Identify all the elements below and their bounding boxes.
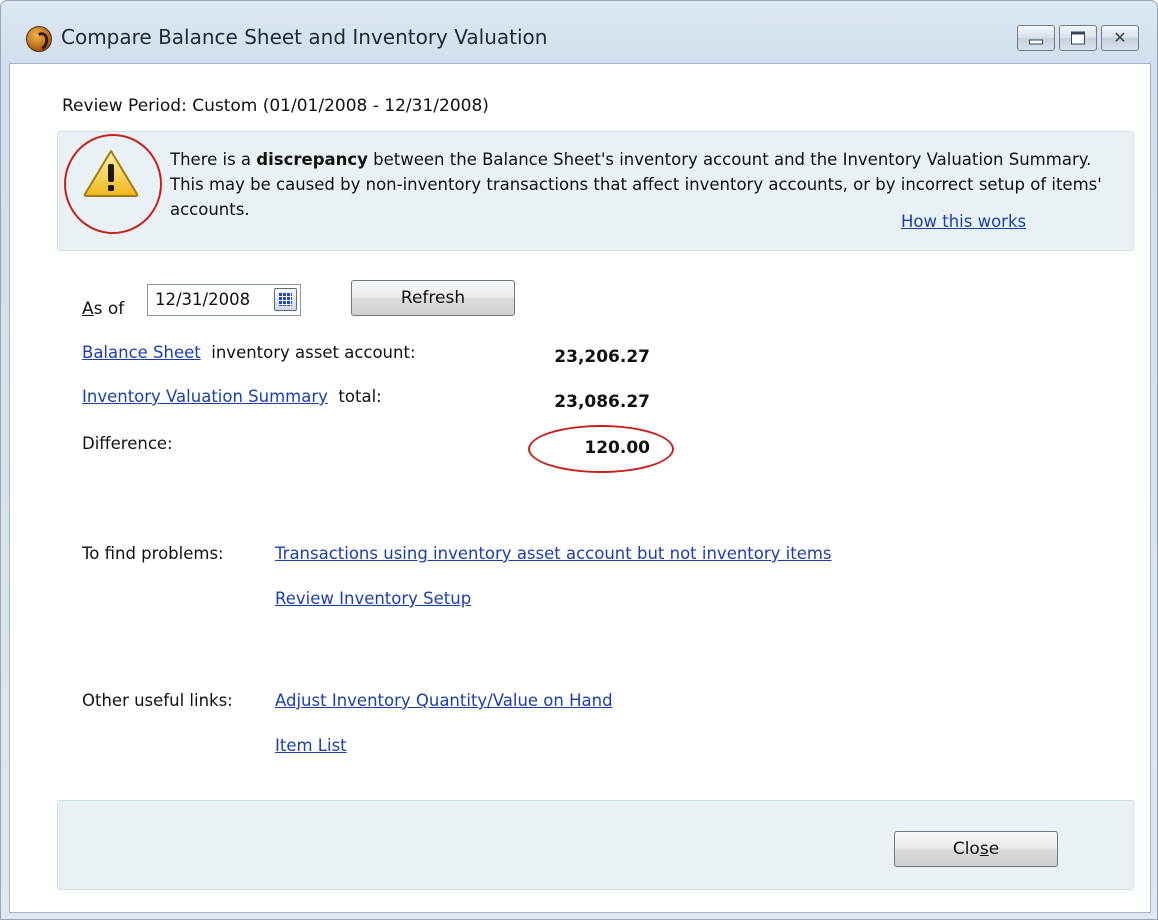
adjust-inventory-link[interactable]: Adjust Inventory Quantity/Value on Hand	[275, 691, 613, 710]
valuation-row-label: Inventory Valuation Summary total:	[82, 387, 382, 406]
minimize-icon	[1029, 39, 1043, 45]
dialog-content: Review Period: Custom (01/01/2008 - 12/3…	[9, 63, 1151, 913]
close-label-end: e	[988, 839, 1000, 859]
find-problems-label: To find problems:	[82, 544, 224, 563]
footer-panel: Clo s e	[57, 800, 1134, 890]
difference-highlight-circle	[528, 425, 674, 473]
balance-sheet-link[interactable]: Balance Sheet	[82, 343, 201, 362]
calendar-icon[interactable]	[274, 288, 297, 311]
maximize-icon	[1071, 31, 1085, 45]
close-accesskey: s	[979, 839, 989, 859]
as-of-label: As of	[82, 299, 124, 319]
message-text-start: There is a	[170, 150, 257, 169]
valuation-description: total:	[338, 387, 382, 406]
close-button[interactable]: Clo s e	[894, 831, 1058, 867]
review-inventory-setup-link[interactable]: Review Inventory Setup	[275, 589, 471, 608]
refresh-button[interactable]: Refresh	[351, 280, 515, 316]
as-of-label-rest: s of	[93, 299, 125, 319]
balance-sheet-row-label: Balance Sheet inventory asset account:	[82, 343, 416, 362]
balance-sheet-description: inventory asset account:	[211, 343, 416, 362]
discrepancy-alert-panel: There is a discrepancy between the Balan…	[57, 131, 1134, 251]
quickbooks-logo-icon	[26, 26, 52, 52]
window-title: Compare Balance Sheet and Inventory Valu…	[61, 25, 548, 49]
valuation-value: 23,086.27	[554, 392, 650, 412]
how-this-works-link[interactable]: How this works	[901, 212, 1026, 231]
dialog-window: Compare Balance Sheet and Inventory Valu…	[0, 0, 1158, 920]
as-of-date-input[interactable]	[155, 287, 267, 311]
title-bar[interactable]: Compare Balance Sheet and Inventory Valu…	[1, 1, 1157, 63]
maximize-button[interactable]	[1059, 25, 1097, 51]
window-controls: ✕	[1017, 25, 1139, 51]
minimize-button[interactable]	[1017, 25, 1055, 51]
inventory-valuation-summary-link[interactable]: Inventory Valuation Summary	[82, 387, 328, 406]
warning-highlight-circle	[64, 134, 162, 234]
close-icon: ✕	[1113, 28, 1127, 47]
review-period-label: Review Period: Custom (01/01/2008 - 12/3…	[62, 96, 489, 116]
close-label-start: Clo	[952, 839, 980, 859]
balance-sheet-value: 23,206.27	[554, 347, 650, 367]
item-list-link[interactable]: Item List	[275, 736, 347, 755]
other-links-label: Other useful links:	[82, 691, 233, 710]
transactions-inventory-account-link[interactable]: Transactions using inventory asset accou…	[275, 544, 832, 563]
as-of-accesskey: A	[82, 299, 94, 319]
as-of-date-field	[147, 284, 301, 316]
window-close-button[interactable]: ✕	[1101, 25, 1139, 51]
difference-label: Difference:	[82, 434, 173, 453]
discrepancy-message: There is a discrepancy between the Balan…	[170, 147, 1120, 222]
message-text-emphasis: discrepancy	[256, 150, 368, 169]
